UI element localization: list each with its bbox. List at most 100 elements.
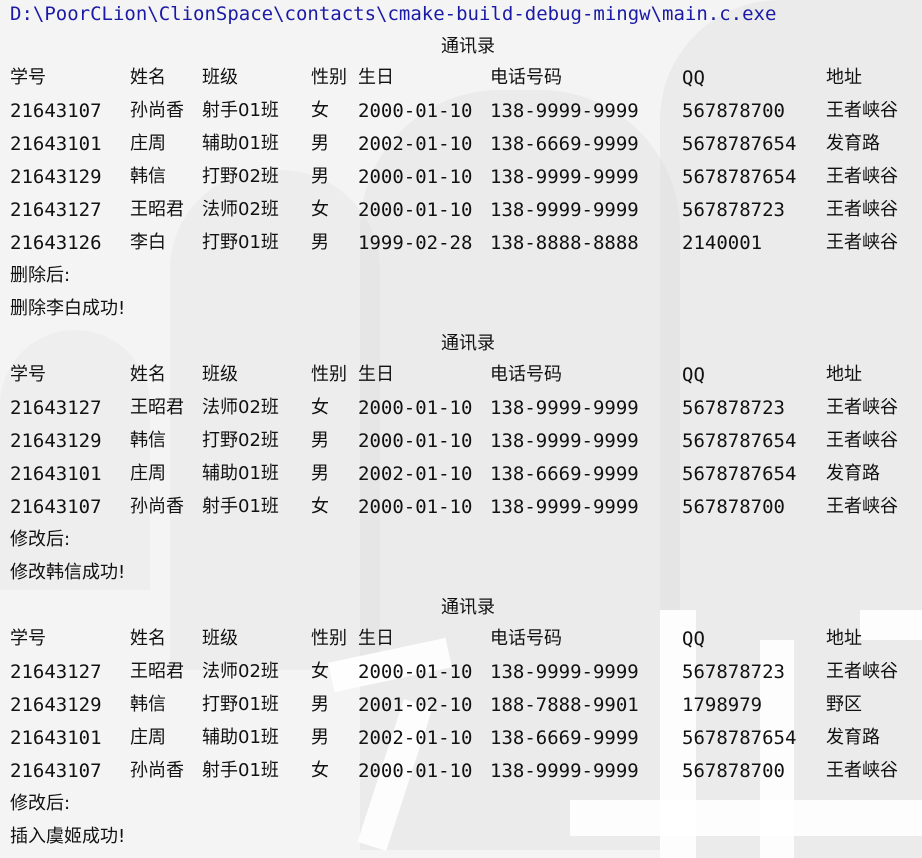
cell-qq: 567878723 [682, 397, 785, 419]
background-brush-stroke [570, 800, 922, 836]
column-header-birthday: 生日 [358, 364, 394, 385]
table-row: 21643129 韩信 打野02班 男 2000-01-10 138-9999-9999 5… [0, 162, 922, 192]
cell-sex: 女 [311, 661, 329, 682]
cell-name: 庄周 [130, 727, 166, 748]
cell-id: 21643129 [10, 694, 102, 716]
cell-qq: 5678787654 [682, 133, 797, 155]
cell-id: 21643101 [10, 727, 102, 749]
cell-phone: 138-6669-9999 [490, 463, 639, 485]
cell-class: 射手01班 [202, 496, 279, 517]
cell-qq: 567878723 [682, 199, 785, 221]
cell-name: 王昭君 [130, 661, 184, 682]
cell-birthday: 2002-01-10 [358, 463, 473, 485]
cell-name: 孙尚香 [130, 100, 184, 121]
cell-sex: 女 [311, 199, 329, 220]
cell-phone: 188-7888-9901 [490, 694, 639, 716]
contacts-title: 通讯录 [441, 36, 495, 57]
column-header-address: 地址 [826, 364, 862, 385]
cell-address: 发育路 [826, 463, 880, 484]
cell-name: 庄周 [130, 133, 166, 154]
cell-birthday: 2000-01-10 [358, 430, 473, 452]
column-header-birthday: 生日 [358, 67, 394, 88]
column-header-qq: QQ [682, 67, 705, 89]
table-row: 21643127 王昭君 法师02班 女 2000-01-10 138-9999-9999… [0, 657, 922, 687]
cell-sex: 男 [311, 133, 329, 154]
cell-class: 法师02班 [202, 397, 279, 418]
cell-class: 打野01班 [202, 232, 279, 253]
status-heading: 修改后: [10, 529, 71, 550]
cell-name: 王昭君 [130, 199, 184, 220]
cell-name: 王昭君 [130, 397, 184, 418]
cell-qq: 1798979 [682, 694, 763, 716]
column-header-class: 班级 [202, 67, 238, 88]
cell-class: 辅助01班 [202, 463, 279, 484]
cell-id: 21643129 [10, 166, 102, 188]
cell-name: 孙尚香 [130, 760, 184, 781]
table-row: 21643127 王昭君 法师02班 女 2000-01-10 138-9999-9999… [0, 393, 922, 423]
cell-qq: 5678787654 [682, 430, 797, 452]
cell-sex: 女 [311, 496, 329, 517]
cell-name: 李白 [130, 232, 166, 253]
table-header-row: 学号 姓名 班级 性别 生日 电话号码 QQ 地址 [0, 63, 922, 93]
cell-id: 21643107 [10, 496, 102, 518]
cell-address: 王者峡谷 [826, 496, 898, 517]
cell-id: 21643126 [10, 232, 102, 254]
column-header-sex: 性别 [311, 364, 347, 385]
column-header-name: 姓名 [130, 364, 166, 385]
status-heading: 修改后: [10, 793, 71, 814]
column-header-address: 地址 [826, 628, 862, 649]
cell-name: 孙尚香 [130, 496, 184, 517]
cell-phone: 138-9999-9999 [490, 100, 639, 122]
cell-phone: 138-9999-9999 [490, 496, 639, 518]
table-row: 21643107 孙尚香 射手01班 女 2000-01-10 138-9999-9999… [0, 756, 922, 786]
cell-class: 打野01班 [202, 694, 279, 715]
cell-id: 21643127 [10, 199, 102, 221]
column-header-name: 姓名 [130, 628, 166, 649]
cell-class: 打野02班 [202, 430, 279, 451]
table-row: 21643127 王昭君 法师02班 女 2000-01-10 138-9999-9999… [0, 195, 922, 225]
cell-phone: 138-9999-9999 [490, 661, 639, 683]
cell-birthday: 2000-01-10 [358, 166, 473, 188]
column-header-id: 学号 [10, 628, 46, 649]
column-header-birthday: 生日 [358, 628, 394, 649]
cell-address: 王者峡谷 [826, 430, 898, 451]
cell-address: 王者峡谷 [826, 100, 898, 121]
cell-birthday: 2001-02-10 [358, 694, 473, 716]
cell-sex: 女 [311, 397, 329, 418]
cell-phone: 138-9999-9999 [490, 760, 639, 782]
column-header-sex: 性别 [311, 67, 347, 88]
cell-address: 王者峡谷 [826, 199, 898, 220]
column-header-sex: 性别 [311, 628, 347, 649]
cell-sex: 男 [311, 430, 329, 451]
cell-sex: 男 [311, 694, 329, 715]
cell-sex: 男 [311, 463, 329, 484]
cell-id: 21643129 [10, 430, 102, 452]
cell-birthday: 2000-01-10 [358, 760, 473, 782]
cell-id: 21643107 [10, 100, 102, 122]
table-row: 21643101 庄周 辅助01班 男 2002-01-10 138-6669-9999 5… [0, 459, 922, 489]
table-row: 21643129 韩信 打野01班 男 2001-02-10 188-7888-9901 1… [0, 690, 922, 720]
cell-id: 21643127 [10, 661, 102, 683]
cell-phone: 138-8888-8888 [490, 232, 639, 254]
table-row: 21643101 庄周 辅助01班 男 2002-01-10 138-6669-9999 5… [0, 129, 922, 159]
cell-phone: 138-6669-9999 [490, 133, 639, 155]
cell-sex: 男 [311, 727, 329, 748]
cell-address: 王者峡谷 [826, 397, 898, 418]
cell-class: 射手01班 [202, 760, 279, 781]
cell-qq: 567878700 [682, 496, 785, 518]
contacts-title: 通讯录 [441, 597, 495, 618]
cell-address: 王者峡谷 [826, 166, 898, 187]
cell-birthday: 1999-02-28 [358, 232, 473, 254]
cell-birthday: 2000-01-10 [358, 100, 473, 122]
cell-sex: 男 [311, 166, 329, 187]
cell-address: 王者峡谷 [826, 232, 898, 253]
cell-sex: 女 [311, 760, 329, 781]
cell-birthday: 2000-01-10 [358, 397, 473, 419]
status-message: 删除李白成功! [10, 298, 126, 319]
cell-birthday: 2000-01-10 [358, 661, 473, 683]
cell-phone: 138-9999-9999 [490, 166, 639, 188]
status-message: 修改韩信成功! [10, 562, 126, 583]
cell-qq: 567878723 [682, 661, 785, 683]
cell-id: 21643107 [10, 760, 102, 782]
cell-name: 韩信 [130, 694, 166, 715]
